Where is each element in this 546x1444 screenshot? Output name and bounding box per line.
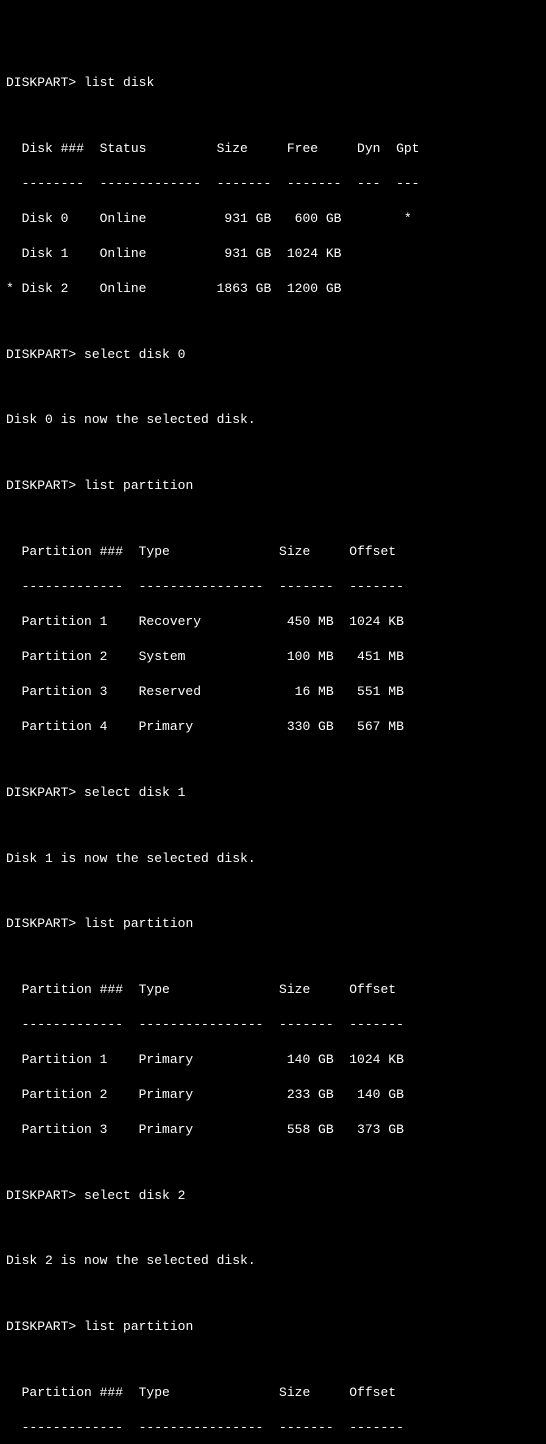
command-text: list partition — [84, 1319, 193, 1334]
disk-row: * Disk 2 Online 1863 GB 1200 GB — [6, 280, 540, 298]
disk-table-divider: -------- ------------- ------- ------- -… — [6, 175, 540, 193]
spacer — [6, 753, 540, 766]
partition-row: Partition 3 Reserved 16 MB 551 MB — [6, 683, 540, 701]
command-text: select disk 1 — [84, 785, 185, 800]
partition-row: Partition 3 Primary 558 GB 373 GB — [6, 1121, 540, 1139]
disk-row: Disk 0 Online 931 GB 600 GB * — [6, 210, 540, 228]
spacer — [6, 950, 540, 963]
partition-table-divider: ------------- ---------------- ------- -… — [6, 1419, 540, 1437]
spacer — [6, 885, 540, 898]
partition-row: Partition 2 System 100 MB 451 MB — [6, 648, 540, 666]
msg-disk2-selected: Disk 2 is now the selected disk. — [6, 1252, 540, 1270]
prompt-label: DISKPART> — [6, 1319, 76, 1334]
spacer — [6, 447, 540, 460]
spacer — [6, 109, 540, 122]
spacer — [6, 381, 540, 394]
command-text: select disk 0 — [84, 347, 185, 362]
disk-table-header: Disk ### Status Size Free Dyn Gpt — [6, 140, 540, 158]
disk-row: Disk 1 Online 931 GB 1024 KB — [6, 245, 540, 263]
prompt-label: DISKPART> — [6, 478, 76, 493]
spacer — [6, 819, 540, 832]
prompt-label: DISKPART> — [6, 1188, 76, 1203]
command-text: select disk 2 — [84, 1188, 185, 1203]
spacer — [6, 1222, 540, 1235]
cmd-list-disk: DISKPART> list disk — [6, 74, 540, 92]
spacer — [6, 1288, 540, 1301]
partition-table-header: Partition ### Type Size Offset — [6, 543, 540, 561]
cmd-select-disk-1: DISKPART> select disk 1 — [6, 784, 540, 802]
cmd-list-partition-0: DISKPART> list partition — [6, 477, 540, 495]
partition-row: Partition 1 Recovery 450 MB 1024 KB — [6, 613, 540, 631]
partition-row: Partition 4 Primary 330 GB 567 MB — [6, 718, 540, 736]
partition-row: Partition 2 Primary 233 GB 140 GB — [6, 1086, 540, 1104]
partition-row: Partition 1 Primary 140 GB 1024 KB — [6, 1051, 540, 1069]
partition-table-header: Partition ### Type Size Offset — [6, 1384, 540, 1402]
command-text: list partition — [84, 478, 193, 493]
command-text: list partition — [84, 916, 193, 931]
cmd-select-disk-0: DISKPART> select disk 0 — [6, 346, 540, 364]
partition-table-divider: ------------- ---------------- ------- -… — [6, 1016, 540, 1034]
partition-table-divider: ------------- ---------------- ------- -… — [6, 578, 540, 596]
command-text: list disk — [84, 75, 154, 90]
prompt-label: DISKPART> — [6, 75, 76, 90]
cmd-list-partition-1: DISKPART> list partition — [6, 915, 540, 933]
spacer — [6, 1353, 540, 1366]
cmd-select-disk-2: DISKPART> select disk 2 — [6, 1187, 540, 1205]
prompt-label: DISKPART> — [6, 785, 76, 800]
spacer — [6, 315, 540, 328]
spacer — [6, 1156, 540, 1169]
cmd-list-partition-2: DISKPART> list partition — [6, 1318, 540, 1336]
spacer — [6, 512, 540, 525]
prompt-label: DISKPART> — [6, 916, 76, 931]
msg-disk1-selected: Disk 1 is now the selected disk. — [6, 850, 540, 868]
prompt-label: DISKPART> — [6, 347, 76, 362]
msg-disk0-selected: Disk 0 is now the selected disk. — [6, 411, 540, 429]
partition-table-header: Partition ### Type Size Offset — [6, 981, 540, 999]
